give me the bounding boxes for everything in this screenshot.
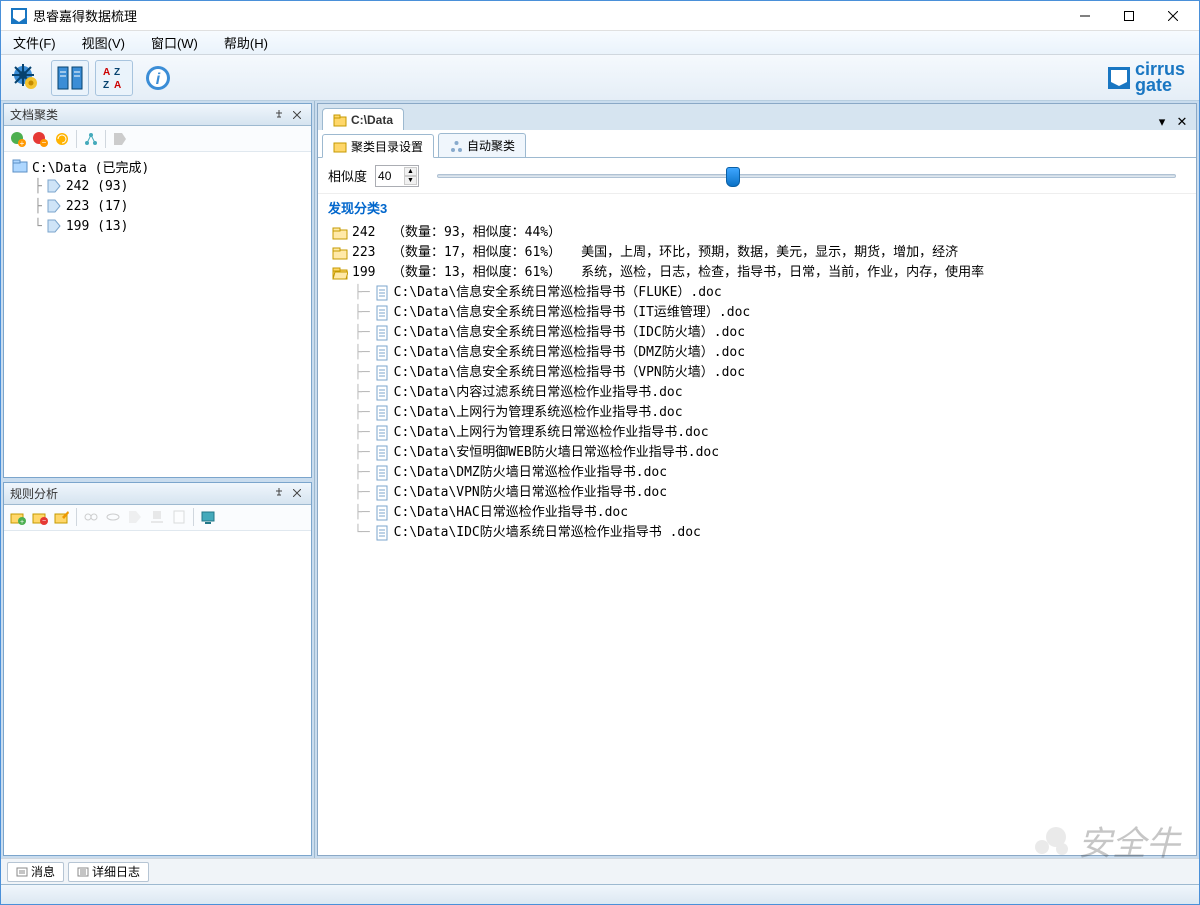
toolbar: AZZA i cirrusgate (1, 55, 1199, 101)
stamp-icon[interactable] (147, 507, 167, 527)
screen-icon[interactable] (198, 507, 218, 527)
svg-text:+: + (20, 139, 25, 147)
file-row[interactable]: ├─C:\Data\信息安全系统日常巡检指导书（VPN防火墙）.doc (322, 363, 1192, 383)
file-row[interactable]: ├─C:\Data\信息安全系统日常巡检指导书（IT运维管理）.doc (322, 303, 1192, 323)
menu-window[interactable]: 窗口(W) (147, 31, 202, 54)
brand-logo: cirrusgate (1105, 62, 1185, 93)
chain-icon[interactable] (103, 507, 123, 527)
file-row[interactable]: ├─C:\Data\HAC日常巡检作业指导书.doc (322, 503, 1192, 523)
tree-child-199[interactable]: └ 199 (13) (8, 216, 307, 236)
doc-cluster-tree[interactable]: C:\Data (已完成) ├ 242 (93) ├ 223 (17) └ (4, 152, 311, 477)
network-icon[interactable] (81, 129, 101, 149)
tree-child-242[interactable]: ├ 242 (93) (8, 176, 307, 196)
svg-text:Z: Z (114, 67, 120, 78)
globe-refresh-icon[interactable] (52, 129, 72, 149)
similarity-label: 相似度 (328, 166, 367, 185)
menu-file[interactable]: 文件(F) (9, 31, 60, 54)
similarity-input[interactable]: 40 ▲▼ (375, 165, 419, 187)
result-tree[interactable]: 242（数量：93，相似度：44%）223（数量：17，相似度：61%）美国，上… (318, 221, 1196, 855)
statusbar (1, 884, 1199, 904)
cluster-row-199[interactable]: 199（数量：13，相似度：61%）系统，巡检，日志，检查，指导书，日常，当前，… (322, 263, 1192, 283)
menu-view[interactable]: 视图(V) (78, 31, 129, 54)
toolbar-info[interactable]: i (139, 60, 177, 96)
toolbar-sort[interactable]: AZZA (95, 60, 133, 96)
close-button[interactable] (1151, 2, 1195, 30)
file-row[interactable]: ├─C:\Data\上网行为管理系统巡检作业指导书.doc (322, 403, 1192, 423)
file-row[interactable]: ├─C:\Data\VPN防火墙日常巡检作业指导书.doc (322, 483, 1192, 503)
file-row[interactable]: ├─C:\Data\DMZ防火墙日常巡检作业指导书.doc (322, 463, 1192, 483)
slider-thumb[interactable] (726, 167, 740, 187)
bottom-tab-messages[interactable]: 消息 (7, 862, 64, 882)
svg-text:A: A (103, 67, 110, 78)
folder-remove-icon[interactable]: − (30, 507, 50, 527)
folder-edit-icon[interactable] (52, 507, 72, 527)
pin-icon[interactable] (271, 485, 287, 501)
file-row[interactable]: ├─C:\Data\安恒明御WEB防火墙日常巡检作业指导书.doc (322, 443, 1192, 463)
link-icon[interactable] (81, 507, 101, 527)
pin-icon[interactable] (271, 107, 287, 123)
rule-analysis-panel: 规则分析 + − (3, 482, 312, 857)
cluster-row-242[interactable]: 242（数量：93，相似度：44%） (322, 223, 1192, 243)
svg-text:−: − (42, 138, 47, 147)
svg-text:A: A (114, 80, 121, 91)
tag2-icon[interactable] (125, 507, 145, 527)
similarity-slider[interactable] (437, 174, 1176, 178)
doc-cluster-toolbar: + − (4, 126, 311, 152)
maximize-button[interactable] (1107, 2, 1151, 30)
cluster-row-223[interactable]: 223（数量：17，相似度：61%）美国，上周，环比，预期，数据，美元，显示，期… (322, 243, 1192, 263)
bottom-tabstrip: 消息 详细日志 (1, 858, 1199, 884)
app-icon (11, 8, 27, 24)
toolbar-settings[interactable] (7, 60, 45, 96)
toolbar-columns[interactable] (51, 60, 89, 96)
subtab-auto-cluster[interactable]: 自动聚类 (438, 133, 526, 157)
file-row[interactable]: └─C:\Data\IDC防火墙系统日常巡检作业指导书 .doc (322, 523, 1192, 543)
file-row[interactable]: ├─C:\Data\信息安全系统日常巡检指导书（DMZ防火墙）.doc (322, 343, 1192, 363)
globe-remove-icon[interactable]: − (30, 129, 50, 149)
folder-add-icon[interactable]: + (8, 507, 28, 527)
brand-line2: gate (1135, 78, 1185, 93)
menubar: 文件(F) 视图(V) 窗口(W) 帮助(H) (1, 31, 1199, 55)
svg-text:Z: Z (103, 80, 109, 91)
main-tab[interactable]: C:\Data (322, 108, 404, 130)
rule-analysis-panel-title: 规则分析 (10, 485, 58, 502)
bottom-tab-log[interactable]: 详细日志 (68, 862, 149, 882)
rule-analysis-body (4, 531, 311, 856)
close-panel-icon[interactable] (289, 107, 305, 123)
svg-text:i: i (156, 71, 161, 88)
doc-cluster-panel: 文档聚类 + − C:\Data (已完 (3, 103, 312, 478)
file-row[interactable]: ├─C:\Data\信息安全系统日常巡检指导书（IDC防火墙）.doc (322, 323, 1192, 343)
tree-root[interactable]: C:\Data (已完成) (8, 156, 307, 176)
doc-cluster-panel-title: 文档聚类 (10, 106, 58, 123)
menu-help[interactable]: 帮助(H) (220, 31, 272, 54)
tag-icon[interactable] (110, 129, 130, 149)
found-count-header: 发现分类3 (318, 194, 1196, 221)
window-title: 思睿嘉得数据梳理 (33, 6, 1063, 25)
file-row[interactable]: ├─C:\Data\上网行为管理系统日常巡检作业指导书.doc (322, 423, 1192, 443)
tab-close-icon[interactable]: ✕ (1174, 114, 1190, 130)
subtab-dir-settings[interactable]: 聚类目录设置 (322, 134, 434, 158)
close-panel-icon[interactable] (289, 485, 305, 501)
spin-up-icon[interactable]: ▲ (404, 167, 417, 176)
tree-child-223[interactable]: ├ 223 (17) (8, 196, 307, 216)
svg-text:−: − (42, 518, 46, 525)
svg-text:+: + (20, 519, 24, 525)
tab-dropdown-icon[interactable]: ▾ (1154, 114, 1170, 130)
main-panel: C:\Data ▾ ✕ 聚类目录设置 自动聚类 相似度 40 (317, 103, 1197, 856)
titlebar: 思睿嘉得数据梳理 (1, 1, 1199, 31)
minimize-button[interactable] (1063, 2, 1107, 30)
page-icon[interactable] (169, 507, 189, 527)
file-row[interactable]: ├─C:\Data\内容过滤系统日常巡检作业指导书.doc (322, 383, 1192, 403)
spin-down-icon[interactable]: ▼ (404, 176, 417, 185)
globe-add-icon[interactable]: + (8, 129, 28, 149)
file-row[interactable]: ├─C:\Data\信息安全系统日常巡检指导书（FLUKE）.doc (322, 283, 1192, 303)
rule-toolbar: + − (4, 505, 311, 531)
